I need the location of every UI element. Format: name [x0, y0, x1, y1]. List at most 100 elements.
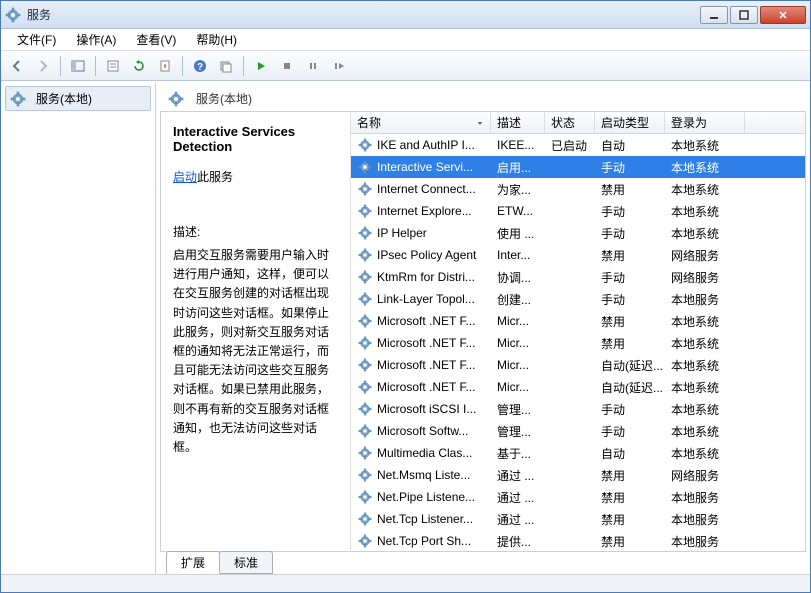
help-button[interactable]: ?: [188, 54, 212, 78]
service-row[interactable]: KtmRm for Distri...协调...手动网络服务: [351, 266, 805, 288]
service-row[interactable]: Net.Msmq Liste...通过 ...禁用网络服务: [351, 464, 805, 486]
description-text: 启用交互服务需要用户输入时进行用户通知，这样，便可以在交互服务创建的对话框出现时…: [173, 246, 338, 457]
service-row[interactable]: Microsoft iSCSI I...管理...手动本地系统: [351, 398, 805, 420]
column-description[interactable]: 描述: [491, 112, 545, 133]
cell-startup: 禁用: [595, 530, 665, 551]
start-service-button[interactable]: [249, 54, 273, 78]
nav-local-services[interactable]: 服务(本地): [5, 86, 151, 111]
cell-name: Microsoft .NET F...: [351, 332, 491, 354]
cell-name: Link-Layer Topol...: [351, 288, 491, 310]
cell-startup: 禁用: [595, 464, 665, 486]
cell-logon: 本地系统: [665, 376, 745, 398]
cell-startup: 自动(延迟...: [595, 376, 665, 398]
titlebar[interactable]: 服务: [1, 1, 810, 29]
column-status[interactable]: 状态: [545, 112, 595, 133]
cell-status: [545, 530, 595, 551]
column-name[interactable]: 名称: [351, 112, 491, 133]
cell-name: Net.Pipe Listene...: [351, 486, 491, 508]
service-row[interactable]: Net.Tcp Listener...通过 ...禁用本地服务: [351, 508, 805, 530]
cell-startup: 手动: [595, 200, 665, 222]
toolbar-separator: [60, 56, 61, 76]
cell-name: Microsoft .NET F...: [351, 310, 491, 332]
column-startup[interactable]: 启动类型: [595, 112, 665, 133]
cell-status: [545, 376, 595, 398]
cell-desc: 为家...: [491, 178, 545, 200]
cell-status: [545, 200, 595, 222]
cell-startup: 手动: [595, 420, 665, 442]
service-row[interactable]: Microsoft Softw...管理...手动本地系统: [351, 420, 805, 442]
tab-standard[interactable]: 标准: [219, 551, 273, 574]
tab-extended[interactable]: 扩展: [166, 551, 220, 574]
restart-service-button[interactable]: [327, 54, 351, 78]
menu-help[interactable]: 帮助(H): [186, 29, 247, 50]
service-icon: [357, 357, 373, 373]
service-row[interactable]: IKE and AuthIP I...IKEE...已启动自动本地系统: [351, 134, 805, 156]
menu-action[interactable]: 操作(A): [66, 29, 126, 50]
cell-logon: 本地系统: [665, 222, 745, 244]
service-row[interactable]: Multimedia Clas...基于...自动本地系统: [351, 442, 805, 464]
service-icon: [357, 159, 373, 175]
service-icon: [357, 137, 373, 153]
toolbar-separator: [95, 56, 96, 76]
service-row[interactable]: Internet Explore...ETW...手动本地系统: [351, 200, 805, 222]
cell-logon: 本地服务: [665, 508, 745, 530]
nav-item-label: 服务(本地): [36, 90, 92, 107]
cell-name: Net.Tcp Listener...: [351, 508, 491, 530]
action-button[interactable]: [214, 54, 238, 78]
cell-status: [545, 486, 595, 508]
cell-logon: 本地系统: [665, 442, 745, 464]
cell-name: Multimedia Clas...: [351, 442, 491, 464]
cell-startup: 禁用: [595, 332, 665, 354]
list-body[interactable]: IKE and AuthIP I...IKEE...已启动自动本地系统Inter…: [351, 134, 805, 551]
toolbar: ?: [1, 51, 810, 81]
service-row[interactable]: IP Helper使用 ...手动本地系统: [351, 222, 805, 244]
service-icon: [357, 379, 373, 395]
forward-button[interactable]: [31, 54, 55, 78]
service-icon: [357, 533, 373, 549]
service-row[interactable]: Interactive Servi...启用...手动本地系统: [351, 156, 805, 178]
menu-file[interactable]: 文件(F): [7, 29, 66, 50]
service-row[interactable]: Microsoft .NET F...Micr...自动(延迟...本地系统: [351, 354, 805, 376]
cell-status: [545, 398, 595, 420]
cell-desc: 使用 ...: [491, 222, 545, 244]
cell-logon: 本地系统: [665, 200, 745, 222]
cell-desc: Micr...: [491, 310, 545, 332]
start-service-row: 启动此服务: [173, 168, 338, 185]
cell-status: [545, 464, 595, 486]
cell-desc: 通过 ...: [491, 486, 545, 508]
service-row[interactable]: Microsoft .NET F...Micr...禁用本地系统: [351, 310, 805, 332]
maximize-button[interactable]: [730, 6, 758, 24]
cell-name: KtmRm for Distri...: [351, 266, 491, 288]
service-icon: [357, 181, 373, 197]
service-row[interactable]: Microsoft .NET F...Micr...自动(延迟...本地系统: [351, 376, 805, 398]
stop-service-button[interactable]: [275, 54, 299, 78]
cell-desc: 协调...: [491, 266, 545, 288]
start-service-link[interactable]: 启动: [173, 170, 197, 184]
cell-desc: 管理...: [491, 420, 545, 442]
cell-status: [545, 310, 595, 332]
cell-startup: 禁用: [595, 244, 665, 266]
service-row[interactable]: IPsec Policy AgentInter...禁用网络服务: [351, 244, 805, 266]
pause-service-button[interactable]: [301, 54, 325, 78]
service-row[interactable]: Net.Tcp Port Sh...提供...禁用本地服务: [351, 530, 805, 551]
properties-button[interactable]: [101, 54, 125, 78]
show-hide-tree-button[interactable]: [66, 54, 90, 78]
close-button[interactable]: [760, 6, 806, 24]
minimize-button[interactable]: [700, 6, 728, 24]
export-button[interactable]: [153, 54, 177, 78]
service-icon: [357, 335, 373, 351]
cell-startup: 手动: [595, 266, 665, 288]
column-logon[interactable]: 登录为: [665, 112, 745, 133]
services-window: 服务 文件(F) 操作(A) 查看(V) 帮助(H) ?: [0, 0, 811, 593]
refresh-button[interactable]: [127, 54, 151, 78]
cell-desc: 启用...: [491, 156, 545, 178]
service-row[interactable]: Internet Connect...为家...禁用本地系统: [351, 178, 805, 200]
service-icon: [357, 445, 373, 461]
service-row[interactable]: Link-Layer Topol...创建...手动本地服务: [351, 288, 805, 310]
back-button[interactable]: [5, 54, 29, 78]
menu-view[interactable]: 查看(V): [126, 29, 186, 50]
service-icon: [357, 467, 373, 483]
service-row[interactable]: Microsoft .NET F...Micr...禁用本地系统: [351, 332, 805, 354]
cell-desc: Micr...: [491, 354, 545, 376]
service-row[interactable]: Net.Pipe Listene...通过 ...禁用本地服务: [351, 486, 805, 508]
